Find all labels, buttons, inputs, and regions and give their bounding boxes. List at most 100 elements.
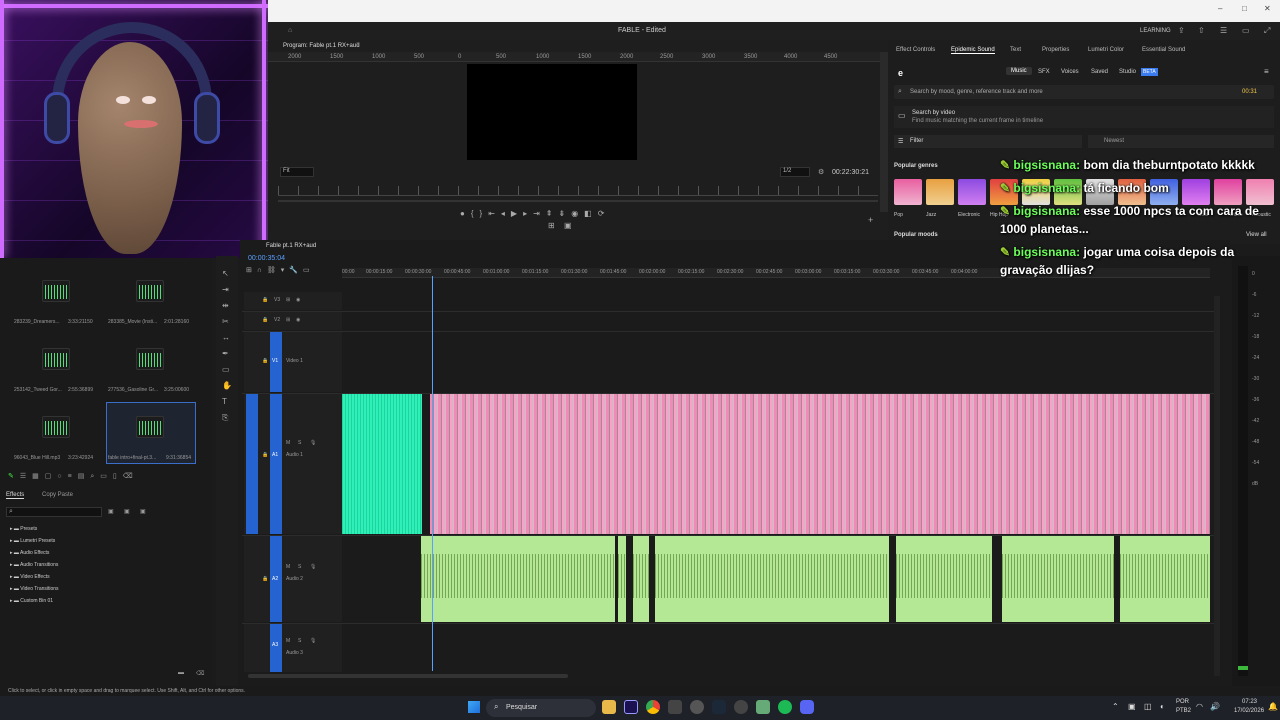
add-button-icon[interactable]: + bbox=[868, 215, 873, 225]
ripple-edit-icon[interactable]: ⇹ bbox=[222, 298, 232, 314]
sequence-tab[interactable]: Fable pt.1 RX+aud bbox=[266, 243, 316, 249]
nav-sfx[interactable]: SFX bbox=[1038, 69, 1050, 75]
search-by-video-card[interactable]: ▭ Search by video Find music matching th… bbox=[894, 106, 1274, 128]
sort-select[interactable]: Newest bbox=[1088, 135, 1274, 148]
trash-icon[interactable]: ⌫ bbox=[196, 670, 204, 677]
pen-icon[interactable]: ✒ bbox=[222, 346, 232, 362]
steam-icon[interactable] bbox=[712, 700, 726, 714]
sync-lock-icon[interactable]: ⊞ bbox=[286, 317, 290, 323]
step-forward-icon[interactable]: ▸ bbox=[523, 209, 533, 218]
trash-icon[interactable]: ⌫ bbox=[123, 473, 139, 480]
track-select-icon[interactable]: ⇥ bbox=[222, 282, 232, 298]
razor-icon[interactable]: ✂ bbox=[222, 314, 232, 330]
monitor-zoom-bar[interactable] bbox=[278, 200, 878, 202]
mute-icon[interactable]: M bbox=[286, 638, 290, 644]
track-header-a1[interactable]: 🔒 A1 Audio 1 M S 🎙 bbox=[244, 394, 342, 534]
maximize-button[interactable]: □ bbox=[1242, 4, 1247, 13]
nav-voices[interactable]: Voices bbox=[1061, 69, 1079, 75]
file-explorer-icon[interactable] bbox=[602, 700, 616, 714]
project-item-5[interactable] bbox=[42, 416, 70, 438]
audio-clip-a2[interactable] bbox=[896, 536, 992, 622]
32bit-icon[interactable]: ▣ bbox=[124, 508, 130, 515]
track-header-v1[interactable]: 🔒 V1 Video 1 bbox=[244, 332, 342, 392]
notion-icon[interactable] bbox=[668, 700, 682, 714]
fullscreen-icon[interactable]: ⤢ bbox=[1264, 26, 1270, 36]
project-item-4[interactable] bbox=[136, 348, 164, 370]
settings-wrench-icon[interactable]: ⚙ bbox=[818, 168, 824, 176]
genre-tile-pop[interactable] bbox=[894, 179, 922, 205]
mic-icon[interactable]: 🎙 bbox=[310, 440, 316, 446]
minimize-button[interactable]: – bbox=[1218, 4, 1222, 13]
wifi-icon[interactable]: ◠ bbox=[1196, 702, 1203, 711]
tab-properties[interactable]: Properties bbox=[1042, 47, 1069, 53]
share-icon[interactable]: ⇧ bbox=[1198, 26, 1205, 35]
effects-search-input[interactable]: ⌕ bbox=[6, 507, 102, 517]
mute-icon[interactable]: M bbox=[286, 440, 290, 446]
add-marker-icon[interactable]: ● bbox=[460, 209, 471, 218]
track-target-a1[interactable] bbox=[270, 394, 282, 534]
pencil-icon[interactable]: ✎ bbox=[8, 473, 20, 480]
captions-icon[interactable]: ⎘ bbox=[222, 410, 232, 426]
find-icon[interactable]: ⌕ bbox=[90, 473, 100, 480]
panel-menu-icon[interactable]: ≡ bbox=[356, 42, 360, 48]
premiere-pro-icon[interactable] bbox=[624, 700, 638, 714]
export-frame-icon[interactable]: ◉ bbox=[571, 209, 584, 218]
snap-icon[interactable]: ∩ bbox=[257, 267, 267, 274]
sort-icon[interactable]: ≡ bbox=[68, 473, 78, 480]
extract-icon[interactable]: ⇟ bbox=[558, 209, 571, 218]
new-item-icon[interactable]: ▯ bbox=[113, 473, 123, 480]
notification-icon[interactable]: 🔔 bbox=[1268, 702, 1278, 711]
taskbar-search[interactable]: ⌕ Pesquisar bbox=[486, 699, 596, 717]
sync-lock-icon[interactable]: ⊞ bbox=[286, 297, 290, 303]
audio-clip-a2[interactable] bbox=[1120, 536, 1210, 622]
close-button[interactable]: ✕ bbox=[1264, 4, 1271, 13]
mute-icon[interactable]: M bbox=[286, 564, 290, 570]
lock-icon[interactable]: 🔒 bbox=[262, 297, 268, 303]
app-icon[interactable] bbox=[734, 700, 748, 714]
lock-icon[interactable]: 🔒 bbox=[262, 317, 268, 323]
list-view-icon[interactable]: ☰ bbox=[20, 473, 32, 480]
audio-clip-a1-intro[interactable] bbox=[342, 394, 422, 534]
keyboard-layout[interactable]: PTB2 bbox=[1176, 708, 1191, 714]
tab-lumetri-color[interactable]: Lumetri Color bbox=[1088, 47, 1124, 53]
proxy-icon[interactable]: ▣ bbox=[564, 221, 572, 230]
accelerated-icon[interactable]: ▣ bbox=[108, 508, 114, 515]
audio-clip-a2[interactable] bbox=[655, 536, 889, 622]
menu-icon[interactable]: ☰ bbox=[1220, 26, 1227, 35]
eye-icon[interactable]: ◉ bbox=[296, 317, 300, 323]
insert-sequence-icon[interactable]: ⊞ bbox=[246, 267, 257, 274]
go-to-in-icon[interactable]: ⇤ bbox=[488, 209, 501, 218]
feedback-icon[interactable]: ▭ bbox=[1242, 26, 1250, 35]
track-header-v3[interactable]: 🔒 V3 ⊞ ◉ bbox=[244, 292, 342, 310]
clock-date[interactable]: 17/02/2026 bbox=[1234, 708, 1264, 714]
project-item-6[interactable] bbox=[136, 416, 164, 438]
lock-icon[interactable]: 🔒 bbox=[262, 576, 268, 582]
lift-icon[interactable]: ⇞ bbox=[546, 209, 559, 218]
folder-video-transitions[interactable]: ▸ ▬ Video Transitions bbox=[10, 586, 59, 598]
icon-view-icon[interactable]: ▦ bbox=[32, 473, 45, 480]
genre-tile-electronic[interactable] bbox=[958, 179, 986, 205]
workspace-label[interactable]: LEARNING bbox=[1140, 28, 1171, 34]
track-header-a2[interactable]: 🔒 A2 Audio 2 M S 🎙 bbox=[244, 536, 342, 622]
timeline-zoom-scrollbar[interactable] bbox=[248, 674, 568, 678]
audio-clip-a2[interactable] bbox=[421, 536, 615, 622]
eye-icon[interactable]: ◉ bbox=[296, 297, 300, 303]
audio-clip-a2[interactable] bbox=[618, 536, 626, 622]
project-item-1[interactable] bbox=[42, 280, 70, 302]
lock-icon[interactable]: 🔒 bbox=[262, 358, 268, 364]
lock-icon[interactable]: 🔒 bbox=[262, 452, 268, 458]
play-icon[interactable]: ▶ bbox=[511, 209, 523, 218]
folder-audio-transitions[interactable]: ▸ ▬ Audio Transitions bbox=[10, 562, 59, 574]
folder-presets[interactable]: ▸ ▬ Presets bbox=[10, 526, 59, 538]
folder-audio-effects[interactable]: ▸ ▬ Audio Effects bbox=[10, 550, 59, 562]
slip-icon[interactable]: ↔ bbox=[222, 330, 232, 346]
captions-toggle-icon[interactable]: ▭ bbox=[303, 267, 315, 274]
obs-icon[interactable] bbox=[690, 700, 704, 714]
app-icon-2[interactable] bbox=[756, 700, 770, 714]
tab-copy-paste[interactable]: Copy Paste bbox=[42, 492, 73, 498]
type-icon[interactable]: T bbox=[222, 394, 232, 410]
tab-essential-sound[interactable]: Essential Sound bbox=[1142, 47, 1185, 53]
tab-effect-controls[interactable]: Effect Controls bbox=[896, 47, 935, 53]
timeline-vertical-scrollbar[interactable] bbox=[1214, 296, 1220, 676]
step-back-icon[interactable]: ◂ bbox=[501, 209, 511, 218]
